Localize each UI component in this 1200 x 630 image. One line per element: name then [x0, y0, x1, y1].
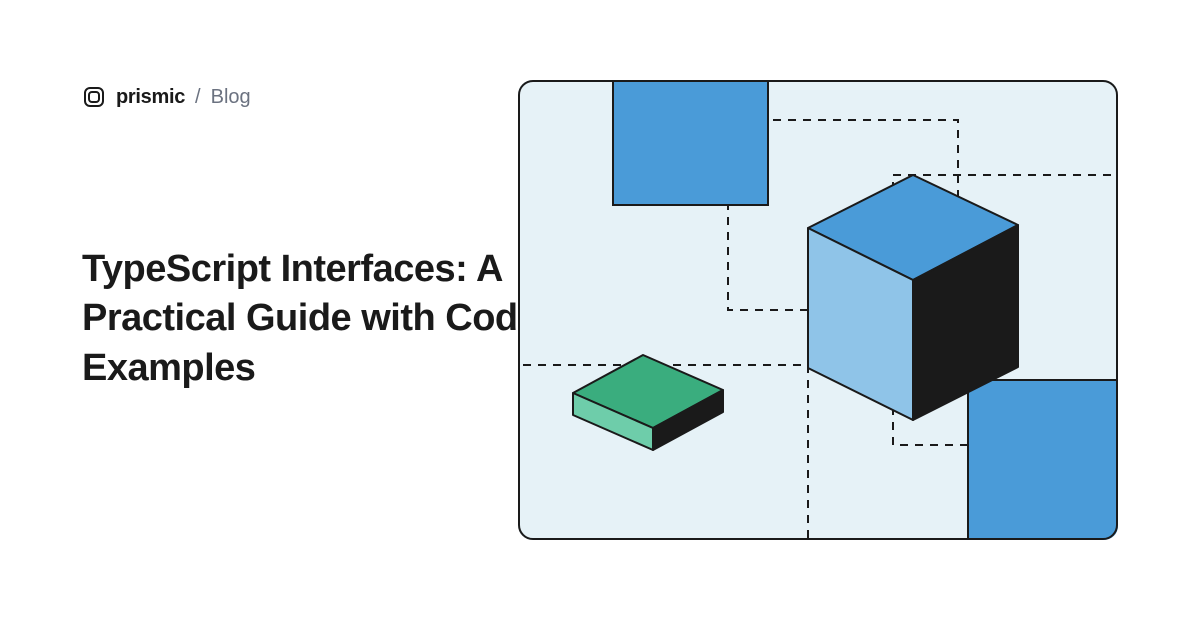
- breadcrumb: prismic / Blog: [82, 85, 251, 109]
- breadcrumb-section: Blog: [211, 86, 251, 109]
- brand-name: prismic: [116, 86, 185, 109]
- hero-illustration: [518, 80, 1118, 540]
- breadcrumb-separator: /: [195, 86, 201, 109]
- page-title: TypeScript Interfaces: A Practical Guide…: [82, 245, 542, 393]
- prismic-logo-icon: [82, 85, 106, 109]
